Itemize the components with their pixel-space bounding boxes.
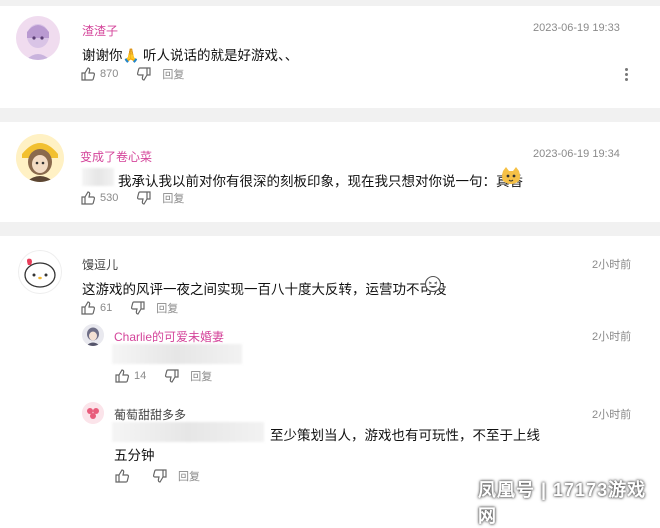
- avatar[interactable]: [82, 402, 104, 424]
- reply-button[interactable]: 回复: [190, 368, 212, 384]
- username[interactable]: 变成了卷心菜: [80, 148, 152, 165]
- section-divider: [0, 222, 660, 236]
- reply-button[interactable]: 回复: [162, 66, 184, 82]
- thumbs-up-icon[interactable]: [80, 190, 96, 206]
- comment-actions: 14 回复: [114, 368, 212, 384]
- redacted-blur: [112, 344, 242, 364]
- thumbs-up-icon[interactable]: [80, 66, 96, 82]
- laughing-emoji-icon: [424, 275, 442, 293]
- comment-text: 谢谢你🙏 听人说话的就是好游戏、、: [82, 48, 299, 63]
- watermark: 凤凰号 | 17173游戏网: [478, 480, 647, 526]
- avatar[interactable]: [18, 250, 62, 294]
- like-count: 530: [100, 192, 119, 204]
- more-vertical-icon[interactable]: [619, 66, 633, 82]
- comment-actions: 61 回复: [80, 300, 178, 316]
- thumbs-down-icon[interactable]: [152, 468, 168, 484]
- comment-actions: 870 回复: [80, 66, 184, 82]
- comment-actions: 回复: [114, 468, 200, 484]
- thumbs-down-icon[interactable]: [136, 66, 152, 82]
- comment-actions: 530 回复: [80, 190, 184, 206]
- timestamp: 2小时前: [592, 409, 632, 421]
- section-divider: [0, 0, 660, 6]
- redacted-blur: [82, 168, 114, 186]
- username[interactable]: 葡萄甜甜多多: [114, 406, 186, 423]
- timestamp: 2小时前: [592, 331, 632, 343]
- reply-button[interactable]: 回复: [156, 300, 178, 316]
- reply-button[interactable]: 回复: [178, 468, 200, 484]
- comment-text: 这游戏的风评一夜之间实现一百八十度大反转，运营功不可没: [82, 282, 447, 297]
- timestamp: 2023-06-19 19:34: [533, 148, 620, 160]
- thumbs-up-icon[interactable]: [80, 300, 96, 316]
- timestamp: 2小时前: [592, 259, 632, 271]
- cat-emoji-icon: [500, 165, 522, 187]
- comment-text: 至少策划当人，游戏也有可玩性，不至于上线: [270, 428, 540, 443]
- timestamp: 2023-06-19 19:33: [533, 22, 620, 34]
- redacted-blur: [112, 422, 264, 442]
- like-count: 870: [100, 68, 119, 80]
- avatar[interactable]: [16, 16, 60, 60]
- username[interactable]: 渣渣子: [82, 22, 118, 39]
- reply-button[interactable]: 回复: [162, 190, 184, 206]
- thumbs-down-icon[interactable]: [136, 190, 152, 206]
- comment-text: 我承认我以前对你有很深的刻板印象，现在我只想对你说一句：真香: [118, 174, 523, 189]
- section-divider: [0, 108, 660, 122]
- thumbs-down-icon[interactable]: [164, 368, 180, 384]
- thumbs-up-icon[interactable]: [114, 468, 130, 484]
- like-count: 61: [100, 302, 113, 314]
- thumbs-up-icon[interactable]: [114, 368, 130, 384]
- comment-text-continued: 五分钟: [114, 448, 155, 463]
- username[interactable]: Charlie的可爱未婚妻: [114, 328, 224, 345]
- thumbs-down-icon[interactable]: [130, 300, 146, 316]
- avatar[interactable]: [16, 134, 64, 182]
- avatar[interactable]: [82, 324, 104, 346]
- username[interactable]: 馒逗儿: [82, 256, 118, 273]
- like-count: 14: [134, 370, 147, 382]
